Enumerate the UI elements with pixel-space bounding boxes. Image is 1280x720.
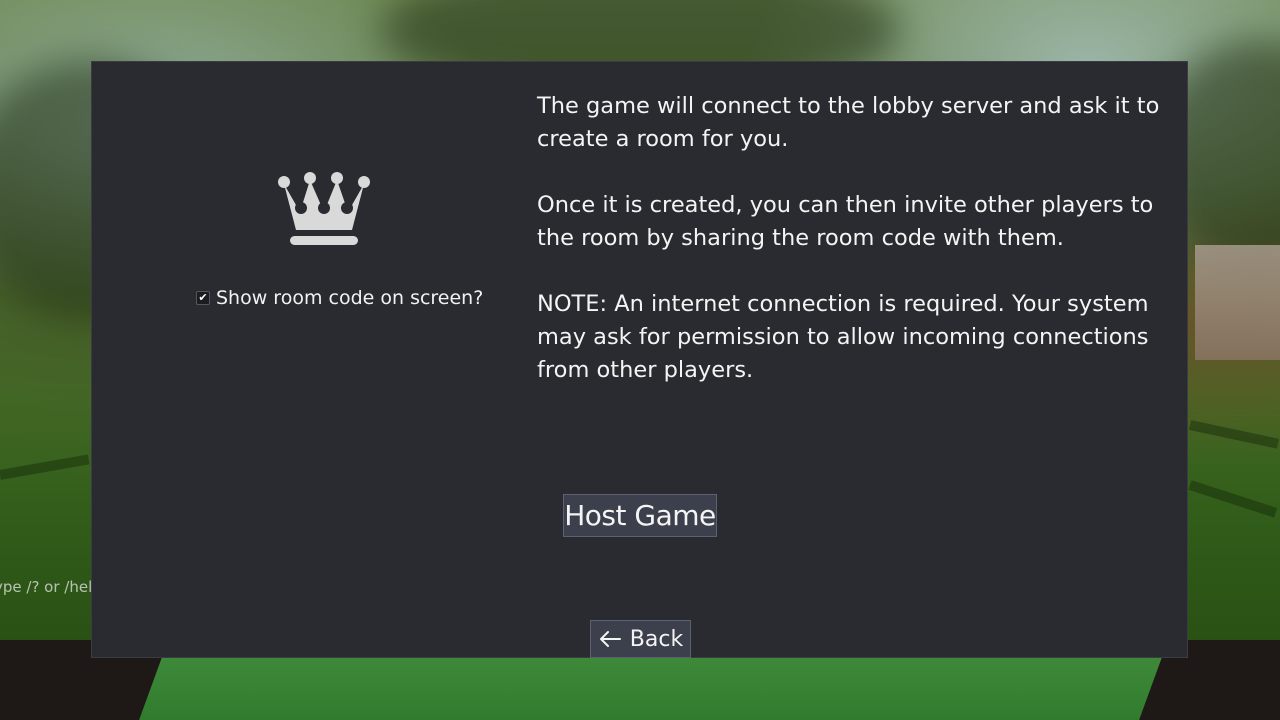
host-game-button[interactable]: Host Game bbox=[563, 494, 717, 537]
lawn-shadow bbox=[1188, 420, 1280, 449]
background-building bbox=[1195, 245, 1280, 360]
back-button[interactable]: Back bbox=[590, 620, 691, 658]
dialog-left-column: ✔ Show room code on screen? bbox=[92, 62, 532, 392]
show-room-code-checkbox[interactable]: ✔ bbox=[196, 291, 210, 305]
info-paragraph-note: NOTE: An internet connection is required… bbox=[537, 291, 1149, 383]
info-paragraph-lobby: The game will connect to the lobby serve… bbox=[537, 93, 1160, 152]
lawn-shadow bbox=[1188, 480, 1278, 518]
lawn-shadow bbox=[0, 454, 90, 480]
show-room-code-label: Show room code on screen? bbox=[216, 287, 484, 309]
show-room-code-option[interactable]: ✔ Show room code on screen? bbox=[196, 287, 483, 309]
info-paragraph-invite: Once it is created, you can then invite … bbox=[537, 192, 1154, 251]
table-felt bbox=[137, 655, 1163, 720]
arrow-left-icon bbox=[599, 631, 621, 647]
host-info-text: The game will connect to the lobby serve… bbox=[537, 90, 1177, 420]
chat-hint-text: ype /? or /help bbox=[0, 578, 102, 596]
crown-icon bbox=[278, 172, 370, 245]
back-button-label: Back bbox=[629, 626, 684, 652]
host-game-dialog: ✔ Show room code on screen? The game wil… bbox=[91, 61, 1188, 658]
